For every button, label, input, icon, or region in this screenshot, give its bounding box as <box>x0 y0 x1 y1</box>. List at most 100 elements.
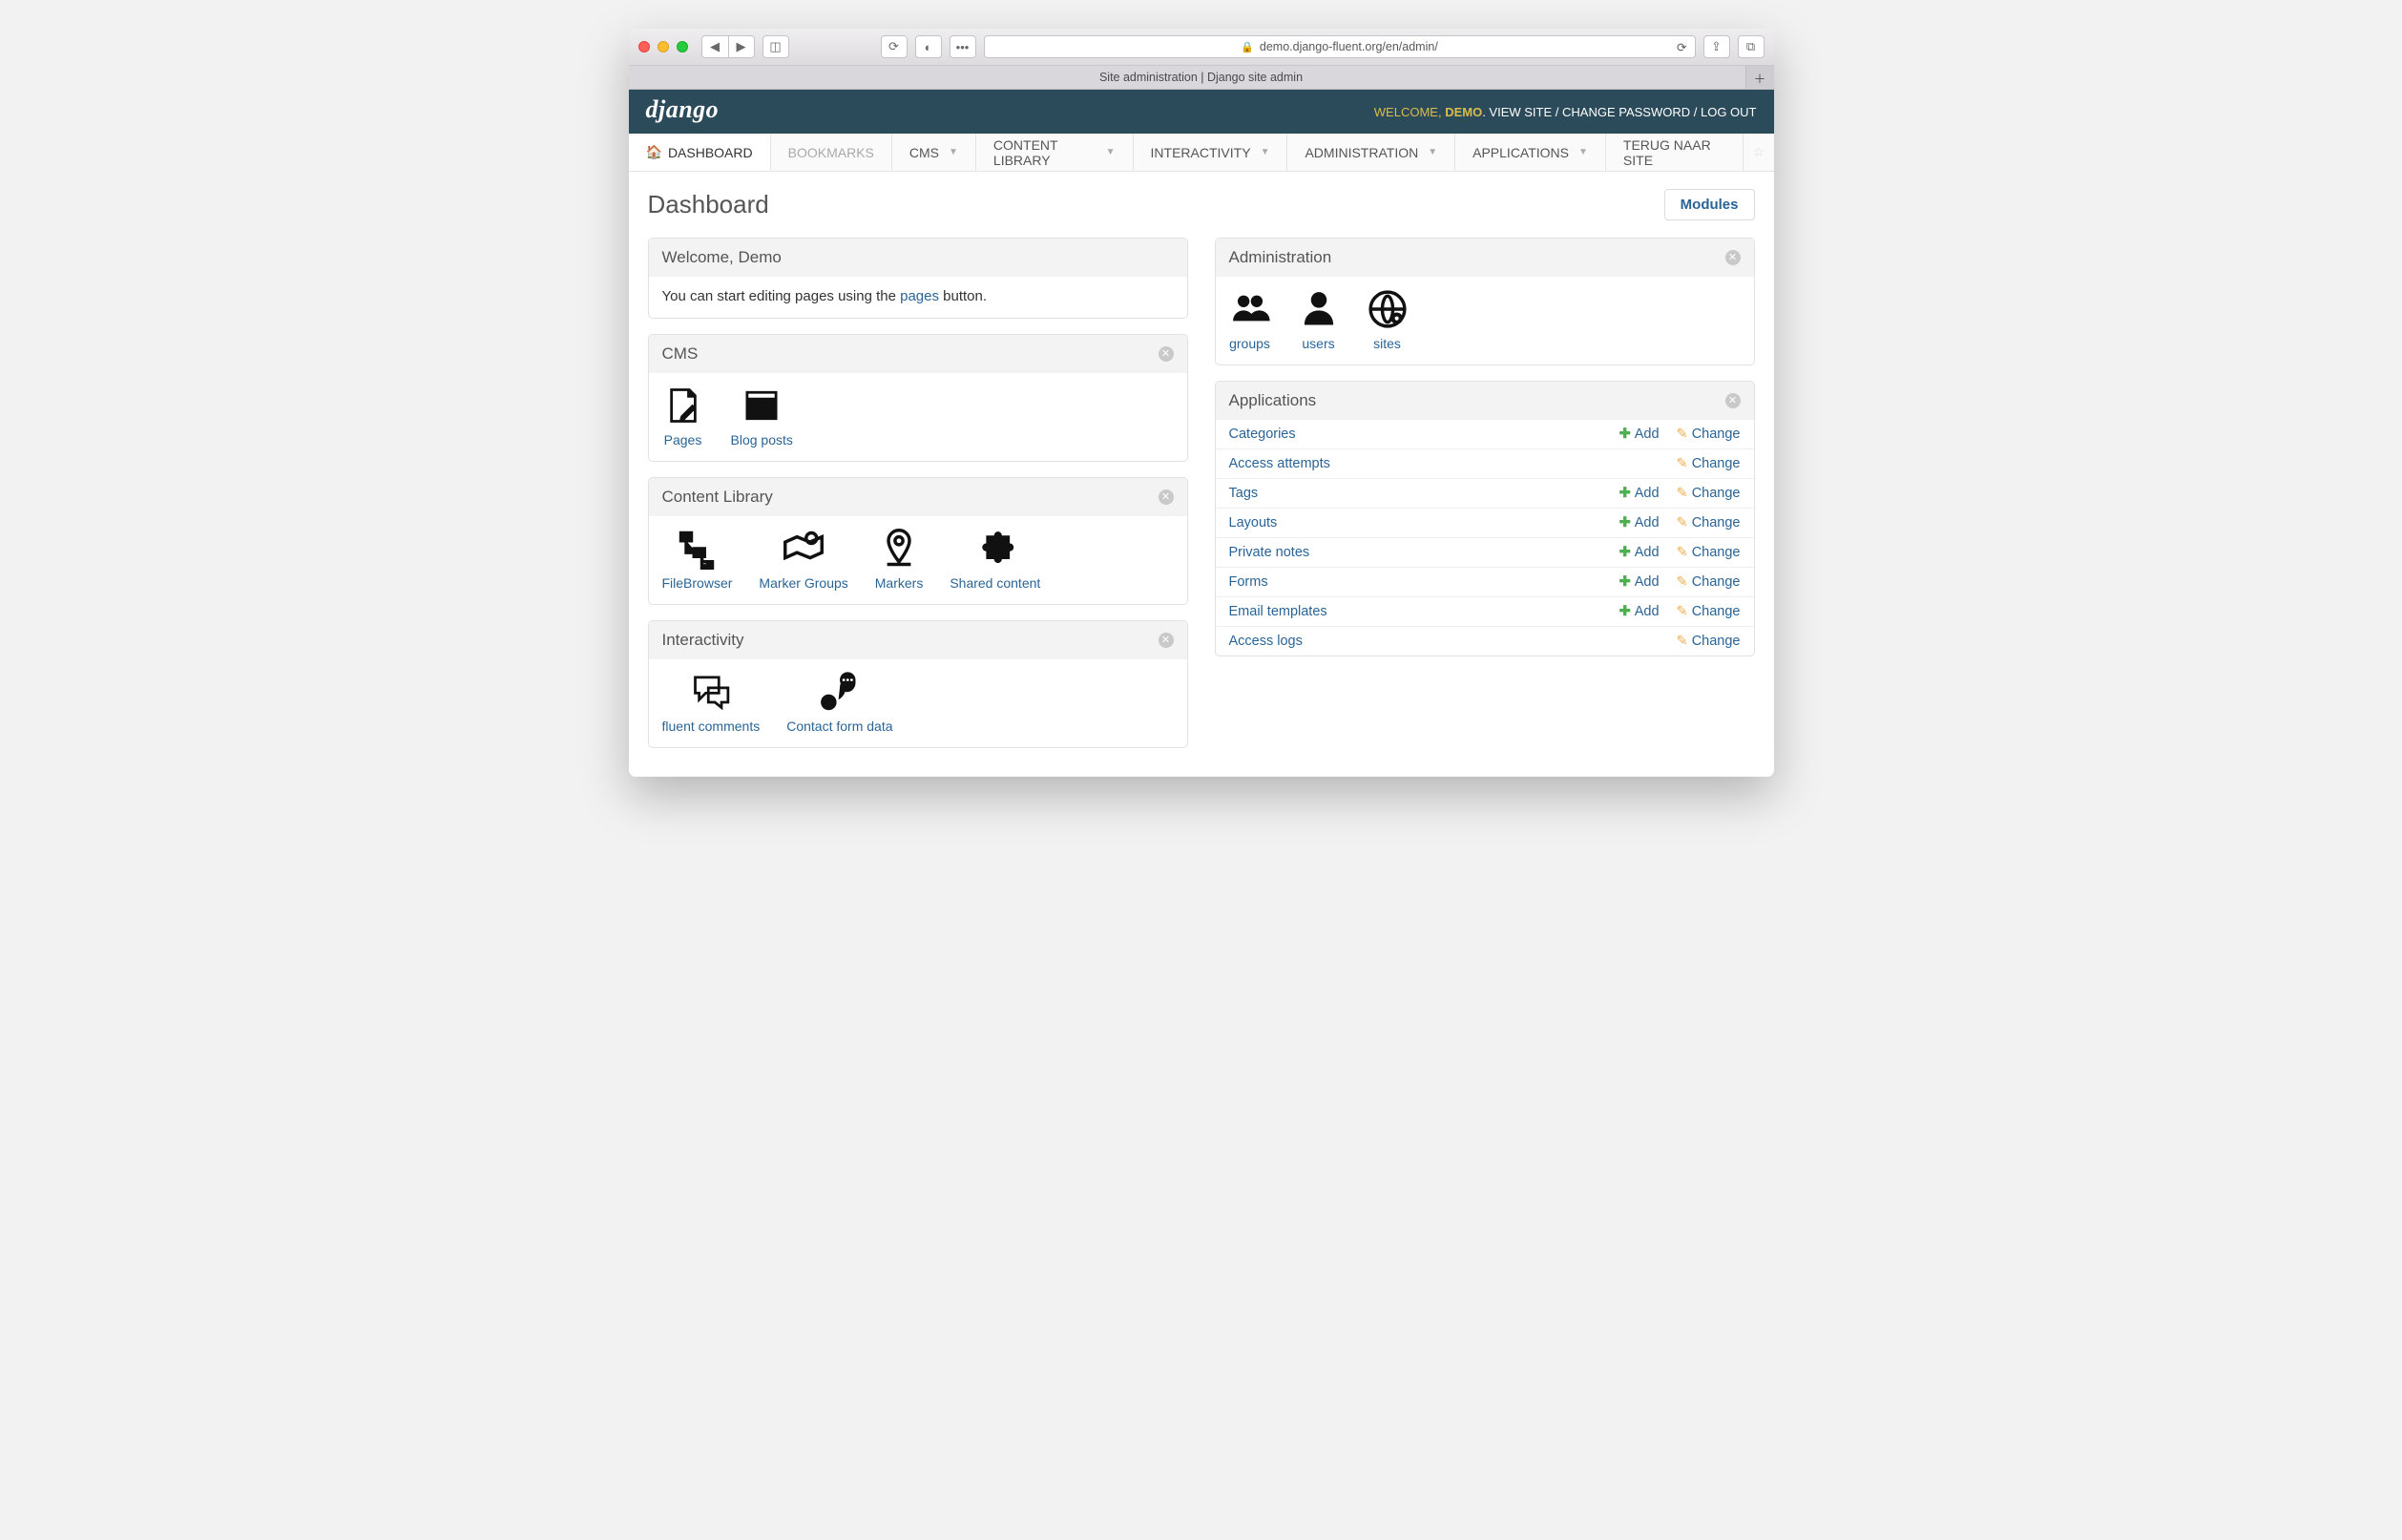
pages-link[interactable]: pages <box>900 288 939 304</box>
pencil-icon: ✎ <box>1677 427 1688 442</box>
bookmark-star-button[interactable]: ☆ <box>1743 134 1773 171</box>
icon-item-label[interactable]: Marker Groups <box>759 575 847 591</box>
app-row: Access attempts ✎Change <box>1216 448 1754 478</box>
close-icon[interactable]: ✕ <box>1159 633 1174 648</box>
app-row: Layouts ✚Add ✎Change <box>1216 508 1754 537</box>
nav-interactivity[interactable]: INTERACTIVITY▼ <box>1134 134 1288 171</box>
tabs-button[interactable]: ⧉ <box>1738 35 1765 58</box>
tab-title[interactable]: Site administration | Django site admin <box>1099 71 1303 84</box>
logout-link[interactable]: LOG OUT <box>1701 105 1757 119</box>
app-name-link[interactable]: Categories <box>1229 427 1602 442</box>
nav-applications[interactable]: APPLICATIONS▼ <box>1455 134 1606 171</box>
modules-button[interactable]: Modules <box>1664 189 1755 220</box>
change-link[interactable]: ✎Change <box>1677 486 1741 501</box>
app-name-link[interactable]: Access attempts <box>1229 456 1660 471</box>
change-link[interactable]: ✎Change <box>1677 515 1741 531</box>
browser-window: ◀ ▶ ◫ ⟳ ◐ ••• 🔒 demo.django-fluent.org/e… <box>629 29 1774 777</box>
icon-item-label[interactable]: users <box>1302 336 1334 351</box>
nav-dashboard[interactable]: 🏠 DASHBOARD <box>629 134 771 171</box>
app-row: Access logs ✎Change <box>1216 626 1754 656</box>
app-name-link[interactable]: Email templates <box>1229 604 1602 619</box>
app-name-link[interactable]: Private notes <box>1229 545 1602 560</box>
news-icon <box>741 385 783 427</box>
icon-item[interactable]: groups <box>1229 288 1271 351</box>
app-name-link[interactable]: Layouts <box>1229 515 1602 531</box>
more-button[interactable]: ••• <box>950 35 976 58</box>
add-link[interactable]: ✚Add <box>1619 427 1660 442</box>
window-controls <box>638 41 688 52</box>
sidebar-button[interactable]: ◫ <box>762 35 789 58</box>
panel-title: Administration <box>1229 248 1332 267</box>
app-name-link[interactable]: Forms <box>1229 574 1602 590</box>
pencil-icon: ✎ <box>1677 604 1688 619</box>
globe-gear-icon <box>1367 288 1409 330</box>
add-link[interactable]: ✚Add <box>1619 486 1660 501</box>
icon-item[interactable]: Contact form data <box>786 671 892 734</box>
close-icon[interactable]: ✕ <box>1725 393 1741 408</box>
view-site-link[interactable]: VIEW SITE <box>1489 105 1552 119</box>
new-tab-button[interactable]: ＋ <box>1745 66 1774 89</box>
change-password-link[interactable]: CHANGE PASSWORD <box>1562 105 1690 119</box>
change-link[interactable]: ✎Change <box>1677 574 1741 590</box>
app-name-link[interactable]: Tags <box>1229 486 1602 501</box>
close-icon[interactable]: ✕ <box>1159 346 1174 362</box>
pencil-icon: ✎ <box>1677 486 1688 501</box>
icon-item[interactable]: Marker Groups <box>759 528 847 591</box>
reload-icon[interactable]: ⟳ <box>1677 40 1686 54</box>
nav-administration[interactable]: ADMINISTRATION▼ <box>1287 134 1455 171</box>
icon-item[interactable]: sites <box>1367 288 1409 351</box>
change-link[interactable]: ✎Change <box>1677 456 1741 471</box>
icon-item[interactable]: users <box>1298 288 1340 351</box>
nav-content-library[interactable]: CONTENT LIBRARY▼ <box>976 134 1134 171</box>
icon-item-label[interactable]: Pages <box>664 432 702 447</box>
icon-item[interactable]: Pages <box>662 385 704 447</box>
nav-cms[interactable]: CMS▼ <box>892 134 976 171</box>
close-icon[interactable]: ✕ <box>1725 250 1741 265</box>
zoom-window-button[interactable] <box>677 41 688 52</box>
icon-item-label[interactable]: Markers <box>875 575 924 591</box>
icon-item-label[interactable]: FileBrowser <box>662 575 733 591</box>
app-name-link[interactable]: Access logs <box>1229 634 1660 649</box>
groups-icon <box>1229 288 1271 330</box>
reader-button[interactable]: ◐ <box>915 35 942 58</box>
address-bar[interactable]: 🔒 demo.django-fluent.org/en/admin/ ⟳ <box>984 35 1696 58</box>
change-link[interactable]: ✎Change <box>1677 604 1741 619</box>
icon-item[interactable]: Markers <box>875 528 924 591</box>
add-link[interactable]: ✚Add <box>1619 604 1660 619</box>
forward-button[interactable]: ▶ <box>728 35 755 58</box>
icon-item-label[interactable]: sites <box>1373 336 1401 351</box>
icon-item[interactable]: FileBrowser <box>662 528 733 591</box>
add-link[interactable]: ✚Add <box>1619 574 1660 590</box>
icon-item-label[interactable]: Shared content <box>950 575 1040 591</box>
plus-icon: ✚ <box>1619 574 1631 590</box>
add-link[interactable]: ✚Add <box>1619 545 1660 560</box>
icon-item[interactable]: Shared content <box>950 528 1040 591</box>
user-links: WELCOME, DEMO. VIEW SITE / CHANGE PASSWO… <box>1374 105 1757 119</box>
change-link[interactable]: ✎Change <box>1677 427 1741 442</box>
minimize-window-button[interactable] <box>658 41 669 52</box>
nav-bookmarks[interactable]: BOOKMARKS <box>771 134 892 171</box>
app-row: Forms ✚Add ✎Change <box>1216 567 1754 596</box>
nav-back-to-site[interactable]: TERUG NAAR SITE <box>1606 134 1743 171</box>
add-link[interactable]: ✚Add <box>1619 515 1660 531</box>
change-link[interactable]: ✎Change <box>1677 545 1741 560</box>
icon-item-label[interactable]: fluent comments <box>662 718 761 734</box>
back-button[interactable]: ◀ <box>701 35 728 58</box>
icon-item-label[interactable]: groups <box>1229 336 1270 351</box>
map-icon <box>783 528 825 570</box>
privacy-button[interactable]: ⟳ <box>881 35 908 58</box>
icon-item[interactable]: fluent comments <box>662 671 761 734</box>
icon-item-label[interactable]: Blog posts <box>731 432 793 447</box>
comments-icon <box>690 671 732 713</box>
close-icon[interactable]: ✕ <box>1159 489 1174 505</box>
app-row: Categories ✚Add ✎Change <box>1216 420 1754 448</box>
pencil-icon: ✎ <box>1677 574 1688 590</box>
page-title: Dashboard <box>648 190 769 219</box>
icon-item-label[interactable]: Contact form data <box>786 718 892 734</box>
site-header: django WELCOME, DEMO. VIEW SITE / CHANGE… <box>629 90 1774 134</box>
change-link[interactable]: ✎Change <box>1677 634 1741 649</box>
close-window-button[interactable] <box>638 41 650 52</box>
icon-item[interactable]: Blog posts <box>731 385 793 447</box>
caret-icon: ▼ <box>949 147 958 157</box>
share-button[interactable]: ⇪ <box>1703 35 1730 58</box>
